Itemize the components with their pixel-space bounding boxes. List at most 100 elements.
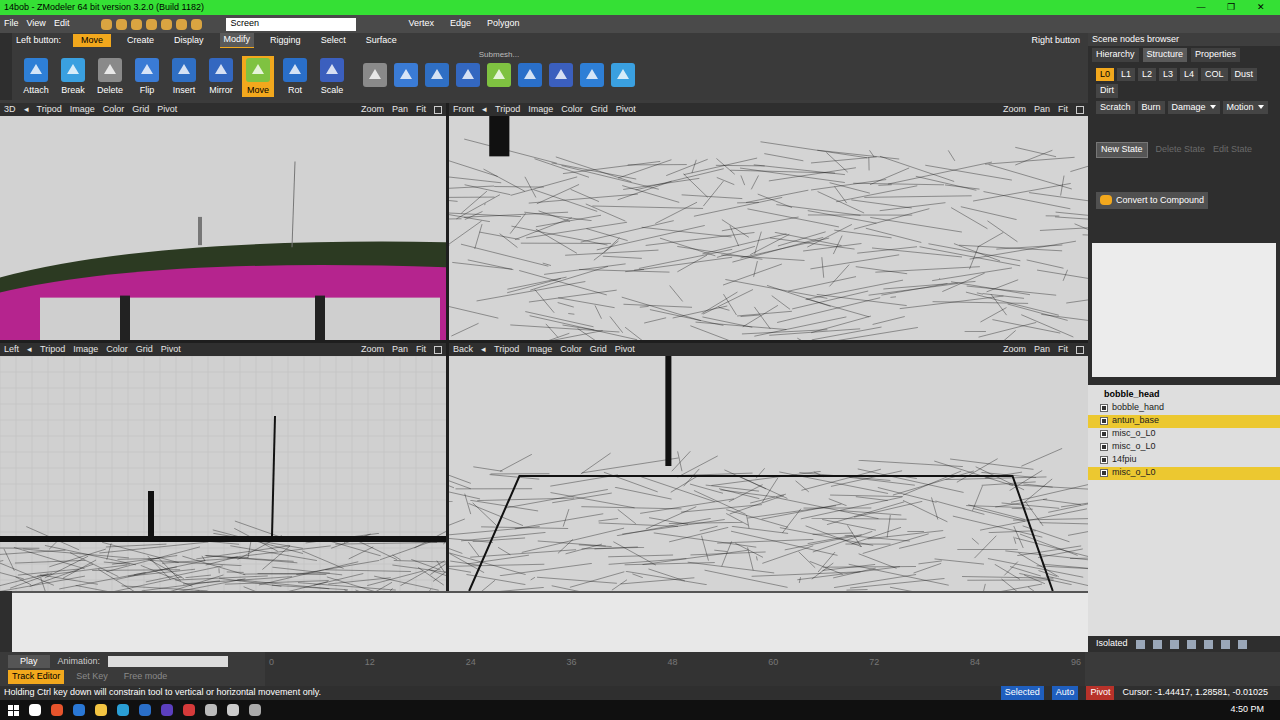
viewport-nav-item[interactable]: Pan xyxy=(392,103,408,116)
quick-action-icon[interactable] xyxy=(146,19,157,30)
viewport-name[interactable]: Left xyxy=(4,343,19,356)
viewport-nav-item[interactable]: Fit xyxy=(1058,343,1068,356)
viewport-toggle[interactable]: ◂ xyxy=(27,343,32,356)
command-tab[interactable]: Modify xyxy=(220,33,255,48)
taskbar-app-icon[interactable] xyxy=(139,704,151,716)
node-row[interactable]: antun_base xyxy=(1088,415,1280,428)
viewport-nav-item[interactable]: Zoom xyxy=(361,103,384,116)
taskbar-app-icon[interactable] xyxy=(227,704,239,716)
viewport-menu-item[interactable]: Image xyxy=(70,103,95,116)
node-row[interactable]: 14fpiu xyxy=(1088,454,1280,467)
layer-button[interactable]: Scratch xyxy=(1096,101,1135,115)
layer-button[interactable]: Dirt xyxy=(1096,84,1118,98)
timeline-button[interactable]: Set Key xyxy=(72,670,112,684)
command-tab[interactable]: Select xyxy=(317,34,350,48)
viewport-menu-item[interactable]: Image xyxy=(527,343,552,356)
node-checkbox[interactable] xyxy=(1100,417,1108,425)
viewport-menu-item[interactable]: Color xyxy=(560,343,582,356)
menu-item[interactable]: File xyxy=(4,17,19,31)
viewport-nav-item[interactable]: Pan xyxy=(1034,103,1050,116)
taskbar-app-icon[interactable] xyxy=(29,704,41,716)
taskbar-app-icon[interactable] xyxy=(249,704,261,716)
left-button-tool[interactable]: Move xyxy=(73,34,111,48)
viewport-nav-item[interactable]: Fit xyxy=(1058,103,1068,116)
layer-button[interactable]: L1 xyxy=(1117,68,1135,82)
command-tab[interactable]: Create xyxy=(123,34,158,48)
viewport-menu-item[interactable]: Pivot xyxy=(615,343,635,356)
layer-button[interactable]: L3 xyxy=(1159,68,1177,82)
node-row[interactable]: misc_o_L0 xyxy=(1088,428,1280,441)
tool-button[interactable]: Move xyxy=(242,56,274,98)
footer-action-icon[interactable] xyxy=(1221,640,1230,649)
scene-tab[interactable]: Hierarchy xyxy=(1092,48,1139,62)
quick-action-icon[interactable] xyxy=(161,19,172,30)
menu-item[interactable]: View xyxy=(27,17,46,31)
maximize-icon[interactable] xyxy=(1076,106,1084,114)
status-badge[interactable]: Selected xyxy=(1001,686,1044,700)
viewport[interactable]: Front◂TripodImageColorGridPivotZoomPanFi… xyxy=(449,103,1088,340)
layer-button[interactable]: L4 xyxy=(1180,68,1198,82)
maximize-icon[interactable] xyxy=(434,106,442,114)
viewport-toggle[interactable]: ◂ xyxy=(481,343,486,356)
footer-action-icon[interactable] xyxy=(1170,640,1179,649)
viewport[interactable]: Back◂TripodImageColorGridPivotZoomPanFit xyxy=(449,343,1088,591)
layer-button[interactable]: Motion xyxy=(1223,101,1268,115)
menu-item[interactable]: Edit xyxy=(54,17,70,31)
viewport-nav-item[interactable]: Zoom xyxy=(1003,103,1026,116)
viewport-menu-item[interactable]: Tripod xyxy=(37,103,62,116)
viewport-toggle[interactable]: ◂ xyxy=(482,103,487,116)
layer-button[interactable]: Damage xyxy=(1168,101,1220,115)
command-tab[interactable]: Rigging xyxy=(266,34,305,48)
quick-action-icon[interactable] xyxy=(176,19,187,30)
tool-button[interactable]: Attach xyxy=(20,56,52,98)
command-tab[interactable]: Display xyxy=(170,34,208,48)
viewport-menu-item[interactable]: Image xyxy=(73,343,98,356)
viewport[interactable]: Left◂TripodImageColorGridPivotZoomPanFit xyxy=(0,343,446,591)
timeline-button[interactable]: Free mode xyxy=(120,670,172,684)
tool-button[interactable]: Rot xyxy=(279,56,311,98)
selection-mode-button[interactable]: Edge xyxy=(446,17,475,31)
viewport-menu-item[interactable]: Grid xyxy=(591,103,608,116)
status-badge[interactable]: Auto xyxy=(1052,686,1079,700)
status-badge[interactable]: Pivot xyxy=(1086,686,1114,700)
command-tab[interactable]: Surface xyxy=(362,34,401,48)
layer-button[interactable]: Dust xyxy=(1231,68,1258,82)
viewport-menu-item[interactable]: Grid xyxy=(136,343,153,356)
tool-button[interactable]: Scale xyxy=(316,56,348,98)
viewport-menu-item[interactable]: Grid xyxy=(132,103,149,116)
maximize-icon[interactable] xyxy=(1076,346,1084,354)
viewport-toggle[interactable]: ◂ xyxy=(24,103,29,116)
timeline-button[interactable]: Track Editor xyxy=(8,670,64,684)
layer-button[interactable]: COL xyxy=(1201,68,1228,82)
new-state-button[interactable]: New State xyxy=(1096,142,1148,158)
quick-action-icon[interactable] xyxy=(101,19,112,30)
taskbar-app-icon[interactable] xyxy=(51,704,63,716)
layer-button[interactable]: Burn xyxy=(1138,101,1165,115)
node-row[interactable]: misc_o_L0 xyxy=(1088,441,1280,454)
taskbar-app-icon[interactable] xyxy=(205,704,217,716)
viewport-nav-item[interactable]: Fit xyxy=(416,343,426,356)
viewport-nav-item[interactable]: Pan xyxy=(1034,343,1050,356)
viewport-name[interactable]: Back xyxy=(453,343,473,356)
selection-mode-button[interactable]: Vertex xyxy=(404,17,438,31)
window-control[interactable]: ✕ xyxy=(1246,1,1276,15)
tool-button[interactable]: Insert xyxy=(168,56,200,98)
taskbar-app-icon[interactable] xyxy=(73,704,85,716)
viewport-name[interactable]: Front xyxy=(453,103,474,116)
convert-button[interactable]: Convert to Compound xyxy=(1096,192,1208,210)
node-checkbox[interactable] xyxy=(1100,404,1108,412)
footer-action-icon[interactable] xyxy=(1204,640,1213,649)
tool-button[interactable]: Flip xyxy=(131,56,163,98)
maximize-icon[interactable] xyxy=(434,346,442,354)
window-control[interactable]: ❐ xyxy=(1216,1,1246,15)
viewport-nav-item[interactable]: Zoom xyxy=(1003,343,1026,356)
viewport-nav-item[interactable]: Pan xyxy=(392,343,408,356)
play-button[interactable]: Play xyxy=(8,655,50,669)
windows-start-icon[interactable] xyxy=(8,705,19,716)
viewport-menu-item[interactable]: Pivot xyxy=(616,103,636,116)
quick-action-icon[interactable] xyxy=(116,19,127,30)
right-button-label[interactable]: Right button xyxy=(1031,34,1084,48)
footer-action-icon[interactable] xyxy=(1187,640,1196,649)
taskbar-app-icon[interactable] xyxy=(161,704,173,716)
viewport-nav-item[interactable]: Fit xyxy=(416,103,426,116)
